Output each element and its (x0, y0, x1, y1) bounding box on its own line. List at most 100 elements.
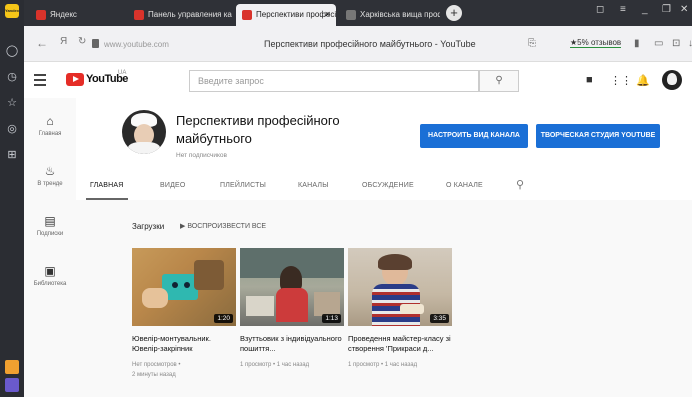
account-avatar[interactable] (662, 70, 682, 90)
close-tab-icon[interactable]: ✕ (324, 4, 331, 26)
close-window-icon[interactable]: ✕ (680, 4, 688, 15)
browser-sidebar: Yandex ◯ ◷ ☆ ◎ ⊞ (0, 0, 24, 397)
video-thumbnail[interactable]: 1:20 (132, 248, 236, 326)
back-icon[interactable]: ← (36, 36, 48, 50)
channel-name: Перспективи професійного майбутнього (176, 113, 340, 146)
tab-about[interactable]: О КАНАЛЕ (446, 182, 483, 189)
lock-icon (92, 39, 99, 48)
new-tab-button[interactable]: + (446, 5, 462, 21)
video-meta: 1 просмотр • 1 час назад (240, 360, 344, 370)
search-input[interactable]: Введите запрос (189, 70, 479, 92)
video-thumbnail[interactable]: 3:35 (348, 248, 452, 326)
subscriptions-icon: ▤ (44, 214, 56, 228)
tab-channels[interactable]: КАНАЛЫ (298, 182, 329, 189)
play-all-button[interactable]: ▶ ВОСПРОИЗВЕСТИ ВСЕ (180, 222, 266, 230)
channel-header: Перспективи професійного майбутнього Нет… (76, 98, 692, 200)
tab-playlists[interactable]: ПЛЕЙЛИСТЫ (220, 182, 266, 189)
yandex-badge[interactable]: Yandex (5, 4, 19, 18)
rating-badge[interactable]: ★5% отзывов (570, 38, 622, 48)
bookmark-icon[interactable]: ▮ (634, 38, 640, 49)
yandex-icon[interactable]: Я (60, 36, 67, 47)
guide-label: Подписки (36, 231, 64, 237)
tab-discussion[interactable]: ОБСУЖДЕНИЕ (362, 182, 414, 189)
channel-tabs: ГЛАВНАЯ ВИДЕО ПЛЕЙЛИСТЫ КАНАЛЫ ОБСУЖДЕНИ… (76, 174, 692, 200)
screen: Yandex ◯ ◷ ☆ ◎ ⊞ Яндекс Панель управлени… (0, 0, 692, 397)
customize-channel-button[interactable]: НАСТРОИТЬ ВИД КАНАЛА (420, 124, 528, 148)
video-duration: 3:35 (430, 314, 449, 323)
hamburger-icon[interactable] (34, 74, 46, 89)
notifications-icon[interactable]: 🔔 (636, 74, 650, 87)
copy-icon[interactable]: ⎘ (528, 38, 536, 49)
tab-home[interactable]: ГЛАВНАЯ (90, 182, 124, 189)
search-icon: ⚲ (495, 75, 503, 86)
youtube-page: YouTube UA Введите запрос ⚲ ■ ⋮⋮ 🔔 ⌂ Гла… (24, 62, 692, 397)
yandex-favicon (36, 10, 46, 20)
video-duration: 1:13 (322, 314, 341, 323)
video-card[interactable]: 1:20 Ювелір-монтувальник. Ювелір-закріпн… (132, 248, 236, 380)
video-views: 1 просмотр • 1 час назад (240, 362, 310, 368)
maximize-icon[interactable]: ❐ (662, 4, 671, 15)
video-card[interactable]: 1:13 Взуттьовик з індивідуального пошитт… (240, 248, 344, 370)
tab-panel[interactable]: Панель управления казн (128, 4, 232, 26)
video-title[interactable]: Ювелір-монтувальник. Ювелір-закріпник (132, 334, 236, 354)
guide-item-subscriptions[interactable]: ▤ Подписки (24, 214, 76, 237)
panel-favicon (134, 10, 144, 20)
video-card[interactable]: 3:35 Проведення майстер-класу зі створен… (348, 248, 452, 370)
video-title[interactable]: Проведення майстер-класу зі створення 'П… (348, 334, 452, 354)
downloads-icon[interactable]: ⊞ (5, 148, 19, 162)
video-views: 1 просмотр • 1 час назад (348, 362, 418, 368)
guide-item-home[interactable]: ⌂ Главная (24, 114, 76, 137)
url-field[interactable]: www.youtube.com (104, 40, 169, 49)
channel-avatar[interactable] (122, 110, 166, 154)
guide-label: В тренде (37, 181, 63, 187)
reader-icon[interactable]: ▭ (654, 38, 663, 49)
youtube-play-icon (66, 73, 84, 86)
extensions-icon[interactable]: ◎ (5, 122, 19, 136)
tab-yandex[interactable]: Яндекс (30, 4, 118, 26)
home-icon: ⌂ (46, 114, 54, 128)
youtube-favicon (242, 10, 252, 20)
channel-search-icon[interactable]: ⚲ (516, 178, 524, 191)
page-title: Перспективи професійного майбутнього - Y… (264, 39, 476, 49)
bookmarks-icon[interactable]: ☆ (5, 96, 19, 110)
tab-kharkiv[interactable]: Харківська вища профес (340, 4, 440, 26)
reload-icon[interactable]: ↻ (78, 36, 86, 47)
guide-label: Библиотека (33, 281, 67, 287)
tab-videos[interactable]: ВИДЕО (160, 182, 186, 189)
menu-icon[interactable]: ≡ (620, 4, 626, 15)
shelf-title[interactable]: Загрузки (132, 222, 164, 231)
document-favicon (346, 10, 356, 20)
video-thumbnail[interactable]: 1:13 (240, 248, 344, 326)
tab-label: Яндекс (50, 10, 77, 19)
studio-button[interactable]: ТВОРЧЕСКАЯ СТУДИЯ YOUTUBE (536, 124, 660, 148)
guide-item-trending[interactable]: ♨ В тренде (24, 164, 76, 187)
video-age: 2 минуты назад (132, 372, 176, 378)
download-icon[interactable]: ↓ (688, 38, 692, 49)
alice-icon[interactable]: ◯ (5, 44, 19, 58)
video-duration: 1:20 (214, 314, 233, 323)
library-icon: ▣ (44, 264, 56, 278)
video-views: Нет просмотров • (132, 362, 181, 368)
address-bar: ← Я ↻ www.youtube.com Перспективи профес… (24, 26, 692, 62)
minimize-icon[interactable]: _ (642, 4, 648, 15)
create-video-icon[interactable]: ■ (586, 74, 593, 86)
tab-youtube[interactable]: Перспективи професі ✕ (236, 4, 336, 26)
chef-body (128, 142, 160, 154)
video-title[interactable]: Взуттьовик з індивідуального пошиття... (240, 334, 344, 354)
youtube-topbar: YouTube UA Введите запрос ⚲ ■ ⋮⋮ 🔔 (24, 62, 692, 98)
tab-label: Панель управления казн (148, 10, 232, 19)
subscriber-count: Нет подписчиков (176, 152, 227, 159)
trending-icon: ♨ (44, 164, 56, 178)
search-button[interactable]: ⚲ (479, 70, 519, 92)
logo-region: UA (118, 70, 127, 76)
video-meta: 1 просмотр • 1 час назад (348, 360, 452, 370)
protect-icon[interactable]: ◻ (596, 4, 604, 15)
guide-item-library[interactable]: ▣ Библиотека (24, 264, 76, 287)
history-icon[interactable]: ◷ (5, 70, 19, 84)
sidebar-toggle-icon[interactable]: ⊡ (672, 38, 680, 49)
music-icon[interactable] (5, 360, 19, 374)
apps-icon[interactable]: ⋮⋮ (610, 74, 632, 87)
app-icon[interactable] (5, 378, 19, 392)
search-placeholder: Введите запрос (198, 76, 264, 86)
video-meta: Нет просмотров • 2 минуты назад (132, 360, 236, 380)
